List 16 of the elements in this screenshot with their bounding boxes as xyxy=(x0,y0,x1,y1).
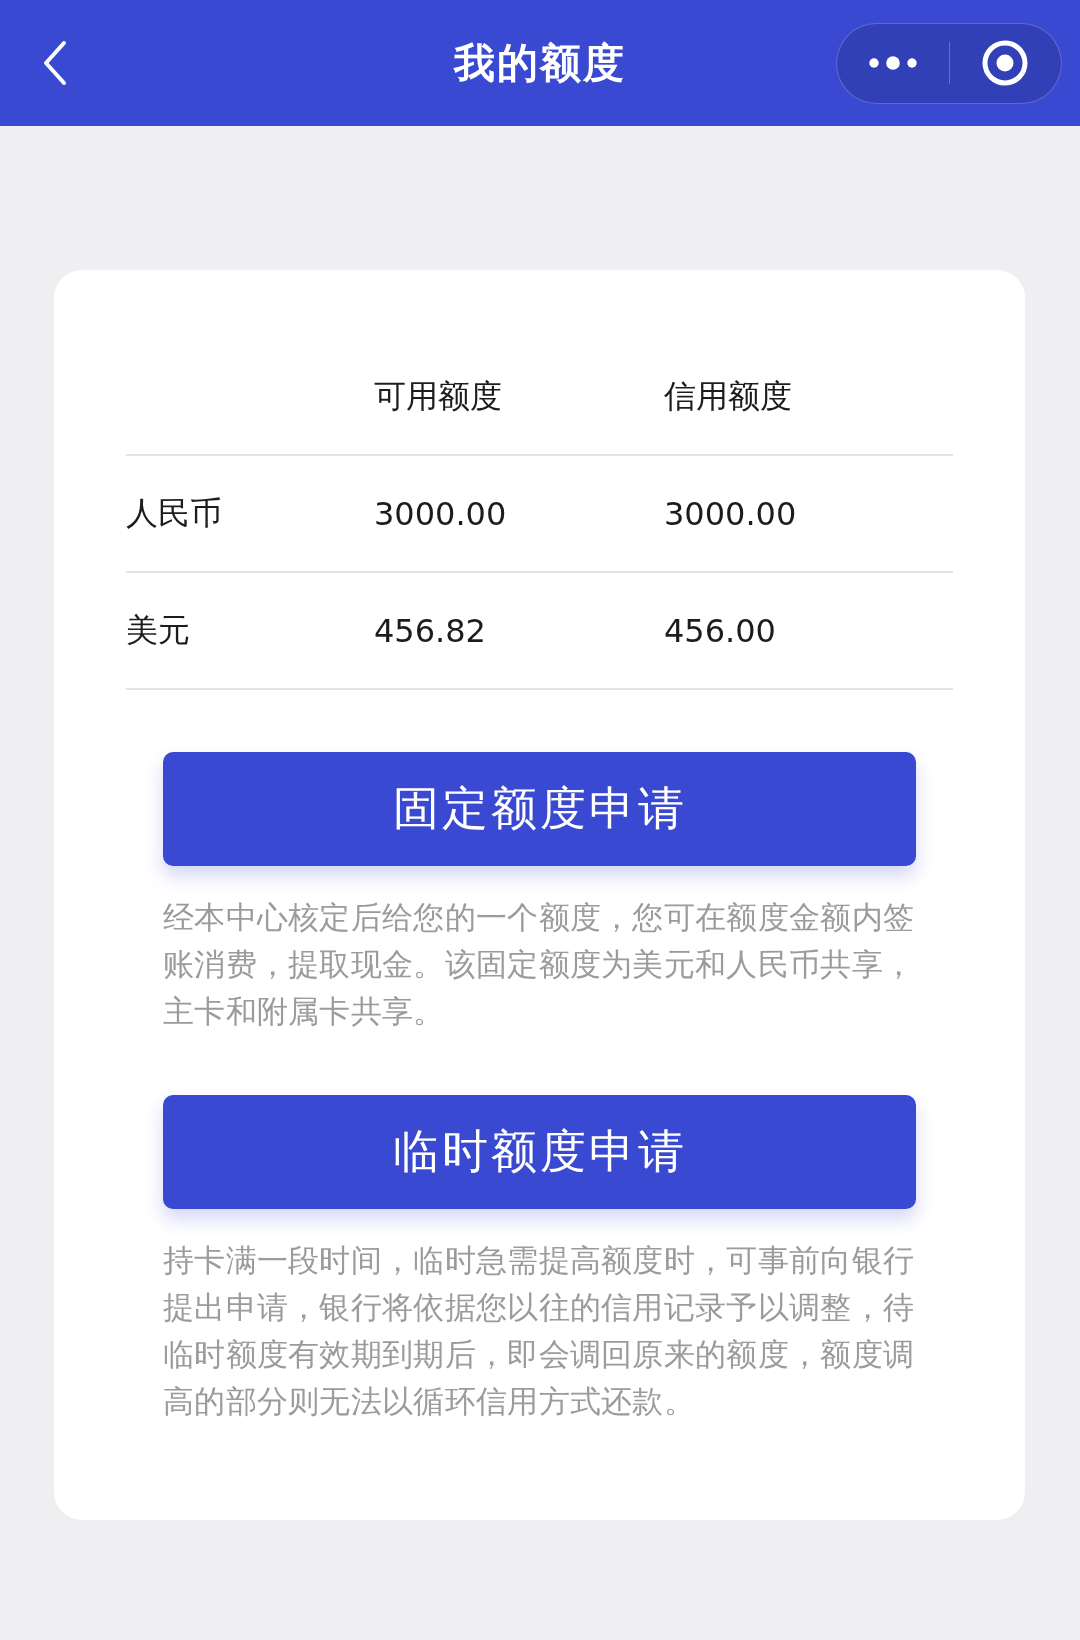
description-text: 持卡满一段时间，临时急需提高额度时，可事前向银行提出申请，银行将依据您以往的信用记录予以调整，待临时额度有效期到期后，即会调回原来的额度，额度调高的部分则无法以循环信用方式还款。 xyxy=(163,1241,916,1421)
description-text: 经本中心核定后给您的一个额度，您可在额度金额内签账消费，提取现金。该固定额度为美元和人民币共享，主卡和附属卡共享。 xyxy=(163,898,916,1031)
page-title: 我的额度 xyxy=(454,37,626,89)
table-cell: 3000.00 xyxy=(374,494,507,533)
column-header: 可用额度 xyxy=(374,375,502,417)
apply-button[interactable]: 临时额度申请 xyxy=(163,1095,916,1209)
currency-cell-text: 人民币 xyxy=(126,492,222,534)
target-icon[interactable] xyxy=(982,40,1029,86)
back-icon[interactable] xyxy=(42,40,68,86)
currency-cell-text: 美元 xyxy=(126,609,190,651)
column-header: 信用额度 xyxy=(664,375,792,417)
table-cell: 3000.00 xyxy=(664,494,797,533)
table-cell: 456.00 xyxy=(664,611,776,650)
apply-button[interactable]: 固定额度申请 xyxy=(163,752,916,866)
more-icon[interactable] xyxy=(868,56,917,70)
table-cell: 456.82 xyxy=(374,611,486,650)
